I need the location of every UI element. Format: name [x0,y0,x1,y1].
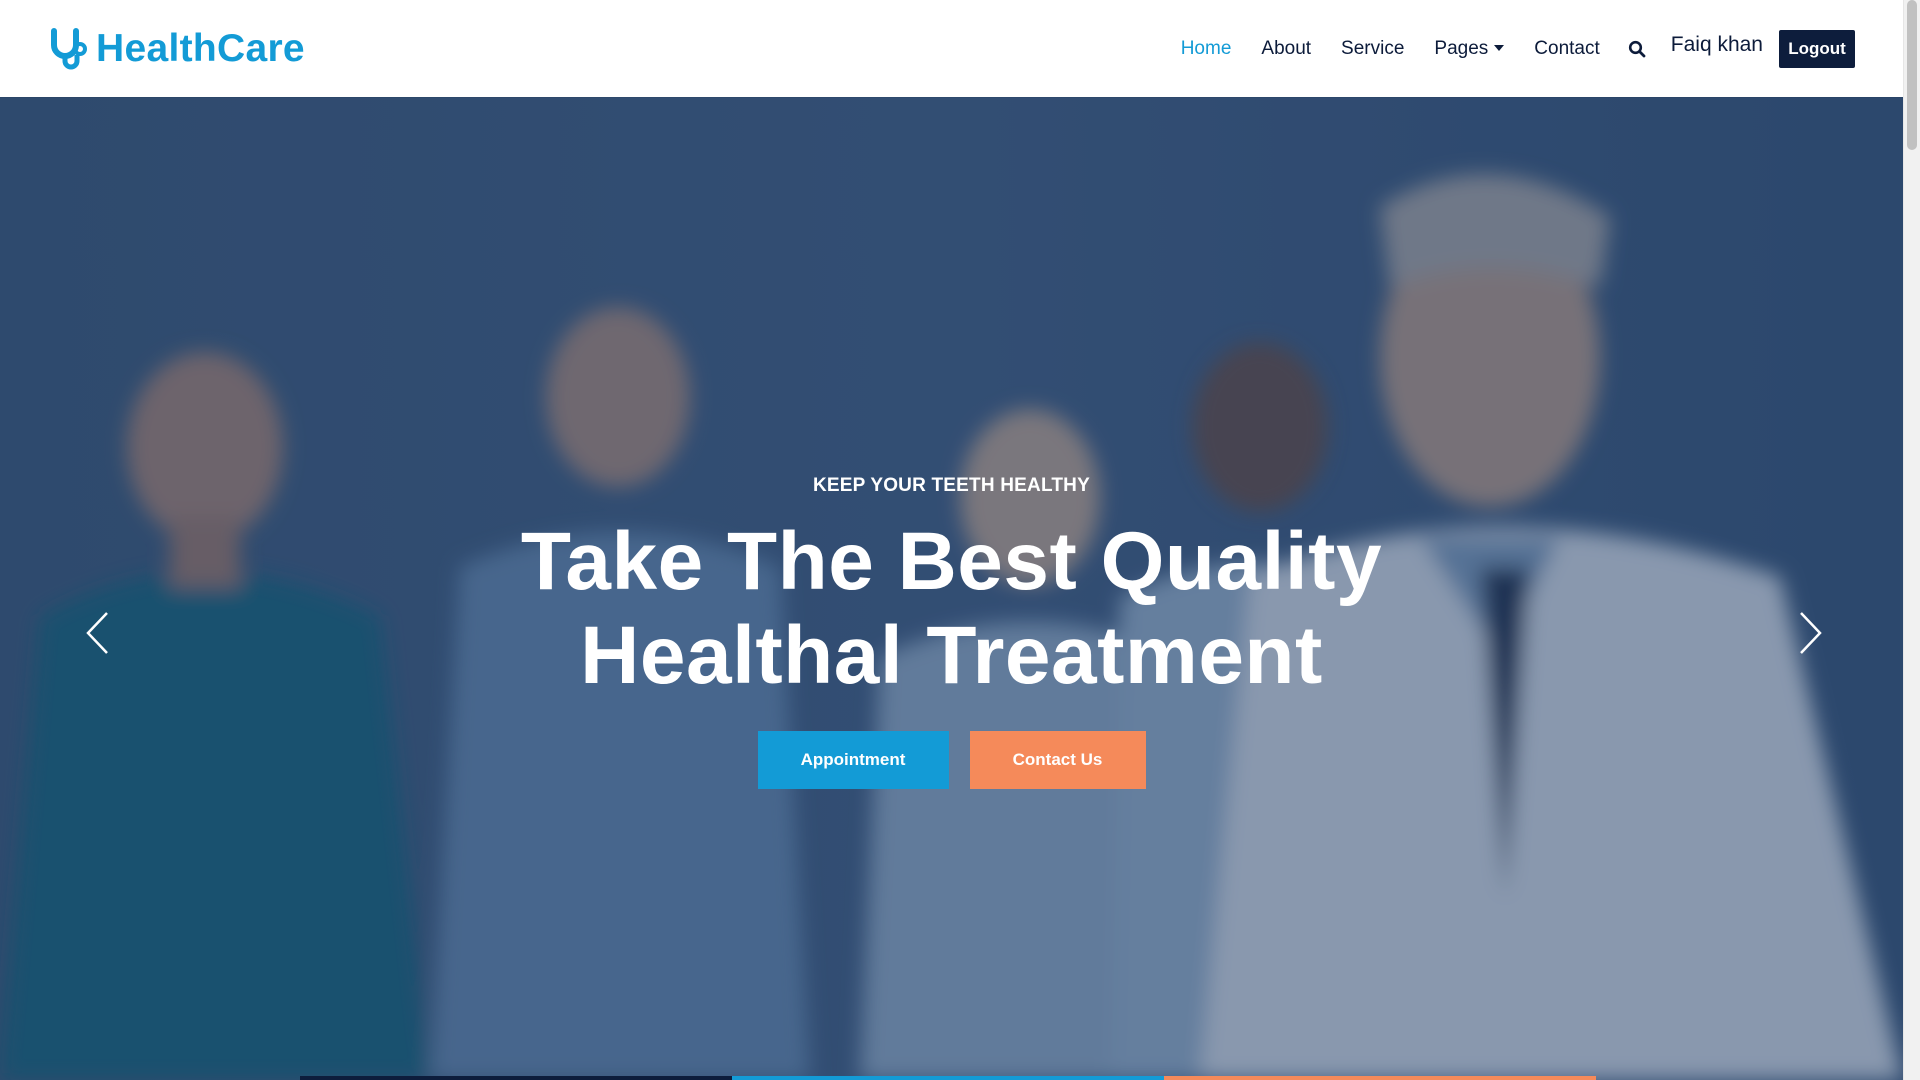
hero-headline-line1: Take The Best Quality [520,516,1383,607]
carousel-indicator-1[interactable] [300,1076,732,1080]
nav-menu: Home About Service Pages Contact Faiq kh… [1166,0,1855,97]
appointment-button[interactable]: Appointment [757,731,949,789]
contact-us-button[interactable]: Contact Us [969,731,1146,789]
carousel-prev-button[interactable] [78,603,118,663]
carousel-next-button[interactable] [1790,603,1830,663]
hero-carousel: KEEP YOUR TEETH HEALTHY Take The Best Qu… [0,97,1903,1080]
caret-down-icon [1494,44,1505,51]
hero-headline-line2: Healthal Treatment [580,610,1323,701]
carousel-indicators [300,1076,1596,1080]
nav-item-about[interactable]: About [1246,38,1326,60]
hero-cta-group: Appointment Contact Us [0,731,1903,789]
chevron-left-icon [86,612,108,654]
page-scrollbar[interactable] [1903,0,1920,1080]
brand-name: HealthCare [96,26,305,70]
hero-eyebrow: KEEP YOUR TEETH HEALTHY [813,475,1090,496]
nav-item-home[interactable]: Home [1166,38,1247,60]
nav-item-service[interactable]: Service [1326,38,1419,60]
user-name: Faiq khan [1670,32,1763,56]
logout-button[interactable]: Logout [1779,29,1855,68]
carousel-indicator-3[interactable] [1164,1076,1596,1080]
chevron-right-icon [1800,612,1822,654]
carousel-indicator-2[interactable] [732,1076,1164,1080]
search-icon[interactable] [1615,40,1659,58]
nav-item-pages-label: Pages [1434,37,1489,59]
nav-item-pages[interactable]: Pages [1419,38,1519,60]
stethoscope-icon [48,27,88,71]
nav-item-contact[interactable]: Contact [1519,38,1614,60]
hero-headline: Take The Best Quality Healthal Treatment [0,515,1903,703]
top-navbar: HealthCare Home About Service Pages Cont… [0,0,1903,97]
scrollbar-thumb[interactable] [1907,0,1917,150]
brand-logo[interactable]: HealthCare [48,27,305,71]
